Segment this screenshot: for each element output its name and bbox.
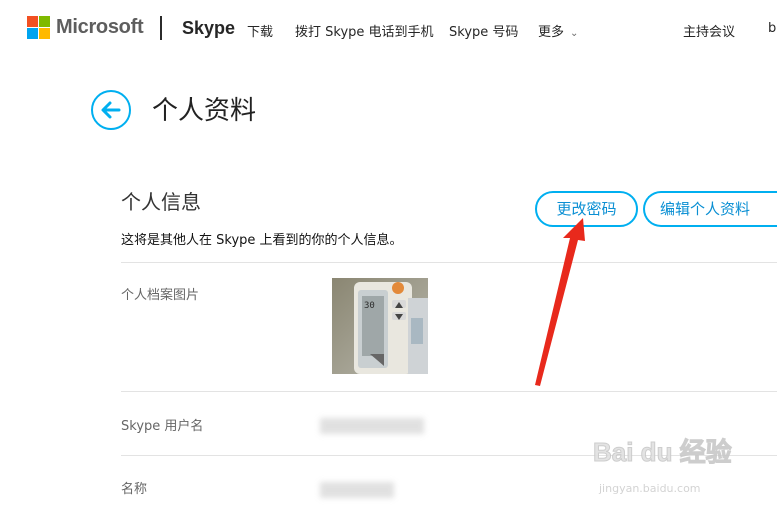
chevron-down-icon: ⌄: [570, 28, 579, 39]
section-title: 个人信息: [121, 190, 201, 214]
nav-skype-number-label: Skype 号码: [449, 25, 519, 40]
watermark-url: jingyan.baidu.com: [599, 482, 701, 495]
skype-brand[interactable]: Skype: [182, 18, 235, 39]
back-button[interactable]: [91, 90, 131, 130]
microsoft-logo-text[interactable]: Microsoft: [56, 16, 144, 39]
nav-download-label: 下载: [247, 25, 274, 40]
profile-picture[interactable]: 30: [332, 278, 428, 374]
nav-account-truncated[interactable]: b: [768, 21, 776, 36]
profile-photo-image: 30: [332, 278, 428, 374]
top-navigation-bar: Microsoft Skype 下载 拨打 Skype 电话到手机 Skype …: [0, 0, 777, 58]
divider: [121, 262, 777, 263]
nav-download[interactable]: 下载: [247, 21, 273, 40]
edit-profile-button[interactable]: 编辑个人资料: [643, 191, 777, 227]
name-row-label: 名称: [121, 482, 148, 497]
username-row-label: Skype 用户名: [121, 419, 204, 434]
nav-host-meeting[interactable]: 主持会议: [683, 21, 735, 40]
nav-host-meeting-label: 主持会议: [683, 25, 736, 40]
watermark-brand: Bai du 经验: [593, 437, 733, 468]
header-divider: [160, 16, 162, 40]
microsoft-logo-icon[interactable]: [27, 16, 50, 39]
svg-text:30: 30: [364, 301, 375, 311]
page-title: 个人资料: [152, 96, 257, 126]
username-redacted-value: [320, 418, 424, 434]
nav-skype-number[interactable]: Skype 号码: [449, 21, 518, 40]
nav-call-phones-label: 拨打 Skype 电话到手机: [295, 25, 434, 40]
nav-more[interactable]: 更多 ⌄: [538, 21, 578, 40]
nav-account-label: b: [768, 21, 777, 36]
arrow-left-icon: [101, 101, 121, 119]
change-password-button[interactable]: 更改密码: [535, 191, 638, 227]
baidu-watermark: Bai du 经验 jingyan.baidu.com: [593, 432, 743, 502]
nav-call-phones[interactable]: 拨打 Skype 电话到手机: [295, 21, 434, 40]
section-description: 这将是其他人在 Skype 上看到的你的个人信息。: [121, 233, 403, 248]
nav-more-label: 更多: [538, 25, 565, 40]
name-redacted-value: [320, 482, 394, 498]
divider: [121, 391, 777, 392]
avatar-row-label: 个人档案图片: [121, 288, 200, 303]
